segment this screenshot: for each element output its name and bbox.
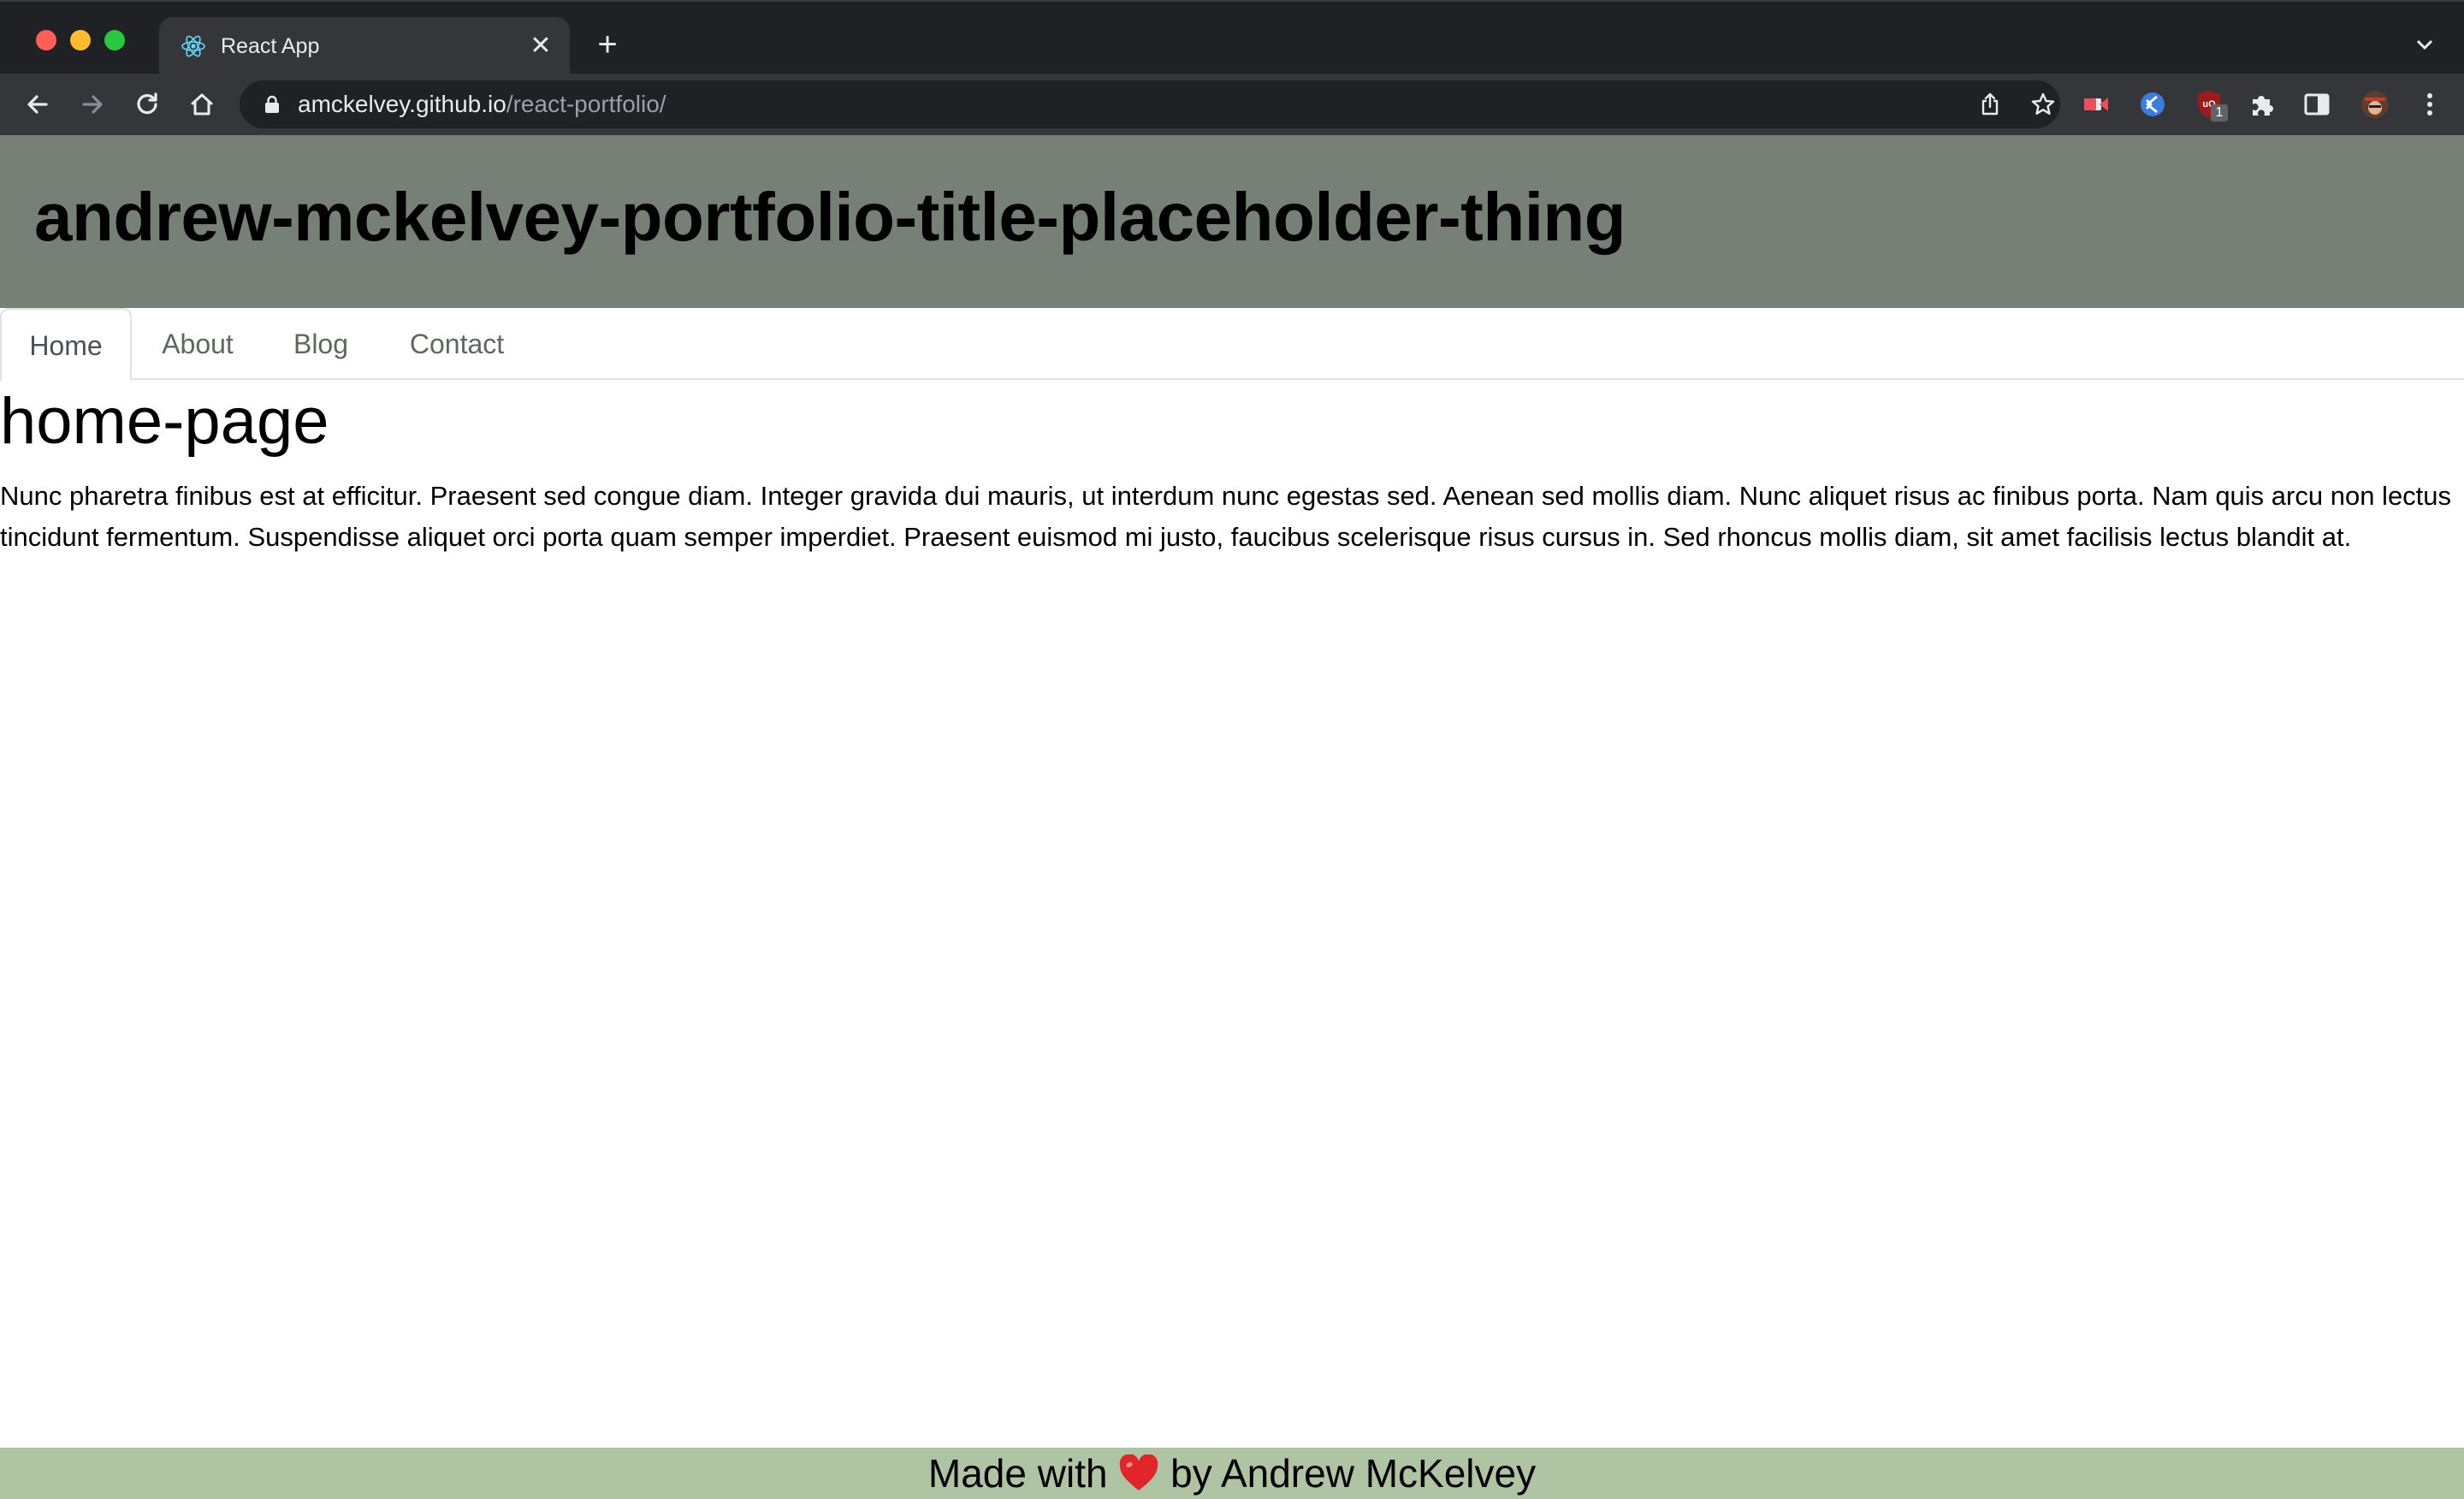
tab-about[interactable]: About bbox=[137, 308, 258, 380]
extension-badge: 1 bbox=[2211, 104, 2228, 121]
url-host: amckelvey.github.io bbox=[298, 91, 506, 117]
url-text[interactable]: amckelvey.github.io/react-portfolio/ bbox=[298, 91, 666, 118]
share-icon[interactable] bbox=[1976, 91, 2004, 118]
address-bar[interactable]: amckelvey.github.io/react-portfolio/ bbox=[240, 80, 2060, 128]
footer-text-after: by Andrew McKelvey bbox=[1159, 1451, 1537, 1496]
puzzle-icon[interactable] bbox=[2245, 87, 2279, 121]
profile-avatar[interactable] bbox=[2358, 87, 2392, 121]
url-path: /react-portfolio/ bbox=[506, 91, 666, 117]
home-icon[interactable] bbox=[185, 87, 219, 121]
new-tab-button[interactable]: + bbox=[590, 27, 625, 62]
vscode-icon[interactable] bbox=[2135, 87, 2170, 121]
tab-blog[interactable]: Blog bbox=[265, 308, 376, 380]
side-panel-icon[interactable] bbox=[2300, 87, 2334, 121]
site-header: andrew-mckelvey-portfolio-title-placehol… bbox=[0, 135, 2464, 308]
minimize-window-button[interactable] bbox=[70, 30, 91, 50]
tab-contact[interactable]: Contact bbox=[380, 308, 534, 380]
browser-tabstrip: React App ✕ + bbox=[0, 0, 2464, 75]
reload-icon[interactable] bbox=[130, 87, 164, 121]
page-heading: home-page bbox=[0, 385, 329, 458]
screencast-icon[interactable] bbox=[2079, 87, 2113, 121]
footer-text: Made with by Andrew McKelvey bbox=[928, 1451, 1536, 1496]
lock-icon[interactable] bbox=[264, 95, 281, 114]
chevron-down-icon[interactable] bbox=[2411, 31, 2438, 58]
browser-tab[interactable]: React App ✕ bbox=[159, 17, 570, 75]
forward-arrow-icon[interactable] bbox=[75, 87, 110, 121]
more-menu-icon[interactable] bbox=[2413, 87, 2447, 121]
site-title: andrew-mckelvey-portfolio-title-placehol… bbox=[34, 179, 1626, 255]
browser-toolbar: amckelvey.github.io/react-portfolio/ uO … bbox=[0, 74, 2464, 135]
tab-title: React App bbox=[221, 34, 320, 58]
ublock-icon[interactable]: uO 1 bbox=[2192, 87, 2228, 121]
close-tab-icon[interactable]: ✕ bbox=[525, 31, 556, 62]
tab-home[interactable]: Home bbox=[0, 308, 132, 382]
zoom-window-button[interactable] bbox=[104, 30, 125, 50]
react-icon bbox=[181, 35, 205, 57]
back-arrow-icon[interactable] bbox=[21, 87, 55, 121]
site-footer: Made with by Andrew McKelvey bbox=[0, 1448, 2464, 1499]
footer-text-before: Made with bbox=[927, 1451, 1119, 1496]
close-window-button[interactable] bbox=[36, 30, 56, 50]
page-body-text: Nunc pharetra finibus est at efficitur. … bbox=[0, 481, 2452, 552]
page-viewport: andrew-mckelvey-portfolio-title-placehol… bbox=[0, 135, 2464, 1499]
heart-icon bbox=[1120, 1455, 1158, 1490]
nav-tabs: Home About Blog Contact bbox=[0, 308, 2464, 382]
bookmark-star-icon[interactable] bbox=[2029, 91, 2057, 118]
